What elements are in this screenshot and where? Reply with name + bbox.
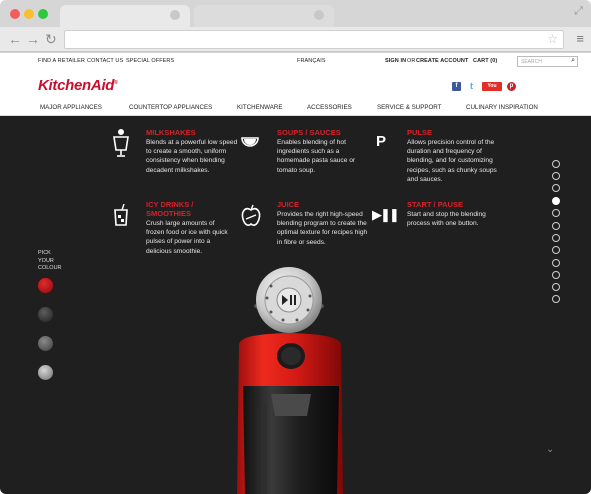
browser-menu-icon[interactable]: ≡: [576, 31, 584, 46]
contact-us-link[interactable]: CONTACT US: [87, 58, 123, 64]
feature-text-start-pause: Start and stop the blending process with…: [407, 211, 486, 228]
tab-close-icon[interactable]: [314, 10, 324, 20]
tab-strip: ⤢: [0, 0, 591, 27]
colour-swatch-red[interactable]: [38, 278, 53, 293]
pager-dot[interactable]: [552, 259, 560, 267]
colour-swatch-grey[interactable]: [38, 336, 53, 351]
search-input[interactable]: SEARCH ⌕: [517, 56, 578, 67]
feature-text-soups: Enables blending of hot ingredients such…: [277, 139, 356, 174]
colour-swatch-black[interactable]: [38, 307, 53, 322]
nav-countertop-appliances[interactable]: COUNTERTOP APPLIANCES: [129, 104, 212, 111]
soup-bowl-icon: [241, 137, 259, 147]
bookmark-star-icon[interactable]: ☆: [547, 32, 558, 46]
sign-in-link[interactable]: SIGN IN: [385, 58, 406, 64]
feature-text-pulse: Allows precision control of the duration…: [407, 139, 497, 183]
maximize-window-button[interactable]: [38, 9, 48, 19]
nav-accessories[interactable]: ACCESSORIES: [307, 104, 352, 111]
reload-icon[interactable]: ↻: [45, 30, 57, 48]
kitchenaid-logo[interactable]: KitchenAid®: [38, 77, 118, 94]
feature-title-milkshakes: MILKSHAKES: [146, 128, 196, 137]
pager-dot-active[interactable]: [552, 197, 560, 205]
logo-text: KitchenAid: [38, 77, 115, 94]
feature-title-pulse: PULSE: [407, 128, 433, 137]
feature-title-juice: JUICE: [277, 200, 300, 209]
nav-culinary-inspiration[interactable]: CULINARY INSPIRATION: [466, 104, 538, 111]
minimize-window-button[interactable]: [24, 9, 34, 19]
browser-window: ⤢ ← → ↻ ☆ ≡ FIND A RETAILER CONTACT US S…: [0, 0, 591, 494]
milkshake-icon: [113, 129, 129, 157]
tab-close-icon[interactable]: [170, 10, 180, 20]
language-link[interactable]: FRANÇAIS: [297, 58, 326, 64]
search-icon[interactable]: ⌕: [571, 57, 575, 65]
facebook-icon[interactable]: f: [452, 82, 461, 91]
special-offers-link[interactable]: SPECIAL OFFERS: [126, 58, 174, 64]
nav-service-support[interactable]: SERVICE & SUPPORT: [377, 104, 441, 111]
feature-text-icy-drinks: Crush large amounts of frozen food or ic…: [146, 220, 228, 255]
pager-dot[interactable]: [552, 222, 560, 230]
nav-major-appliances[interactable]: MAJOR APPLIANCES: [40, 104, 102, 111]
forward-arrow-icon[interactable]: →: [26, 30, 40, 48]
browser-toolbar: ← → ↻ ☆ ≡: [0, 27, 591, 52]
feature-title-start-pause: START / PAUSE: [407, 200, 463, 209]
blender-image: [237, 267, 343, 494]
nav-kitchenware[interactable]: KITCHENWARE: [237, 104, 283, 111]
twitter-icon[interactable]: t: [466, 82, 477, 91]
feature-title-icy-drinks: ICY DRINKS / SMOOTHIES: [146, 200, 194, 218]
scroll-down-chevron-icon[interactable]: ⌄: [546, 444, 554, 455]
pager-dot[interactable]: [552, 172, 560, 180]
colour-swatch-silver[interactable]: [38, 365, 53, 380]
logo-registered-mark: ®: [114, 80, 118, 86]
close-window-button[interactable]: [10, 9, 20, 19]
pager-dot[interactable]: [552, 234, 560, 242]
feature-title-soups: SOUPS / SAUCES: [277, 128, 341, 137]
address-bar[interactable]: ☆: [64, 30, 564, 49]
pick-colour-label: PICK YOUR COLOUR: [38, 250, 62, 271]
cart-link[interactable]: CART (0): [473, 58, 497, 64]
pager-dot[interactable]: [552, 283, 560, 291]
feature-text-juice: Provides the right high-speed blending p…: [277, 211, 368, 246]
pulse-icon: P: [376, 133, 387, 150]
create-account-link[interactable]: CREATE ACCOUNT: [416, 58, 468, 64]
resize-icon[interactable]: ⤢: [574, 5, 583, 18]
icy-drink-icon: [114, 204, 128, 226]
feature-text-milkshakes: Blends at a powerful low speed to create…: [146, 139, 238, 174]
or-text: OR: [407, 58, 416, 64]
find-retailer-link[interactable]: FIND A RETAILER: [38, 58, 85, 64]
search-placeholder: SEARCH: [521, 59, 542, 65]
pinterest-icon[interactable]: p: [507, 82, 516, 91]
apple-juice-icon: [241, 204, 261, 226]
pager-dot[interactable]: [552, 184, 560, 192]
pager-dot[interactable]: [552, 271, 560, 279]
youtube-icon[interactable]: You: [482, 82, 502, 91]
pager-dot[interactable]: [552, 246, 560, 254]
back-arrow-icon[interactable]: ←: [8, 30, 22, 48]
play-pause-icon: ▶❚❚: [372, 207, 400, 222]
browser-tab-inactive[interactable]: [194, 5, 334, 27]
blender-feature-hero: P ▶❚❚ MILKSHAKES SOUPS / SAUCES PULSE IC…: [0, 116, 591, 494]
web-page: FIND A RETAILER CONTACT US SPECIAL OFFER…: [0, 53, 591, 494]
browser-tab-active[interactable]: [60, 5, 190, 27]
pager-dot[interactable]: [552, 160, 560, 168]
pager-dot[interactable]: [552, 209, 560, 217]
pager-dot[interactable]: [552, 295, 560, 303]
